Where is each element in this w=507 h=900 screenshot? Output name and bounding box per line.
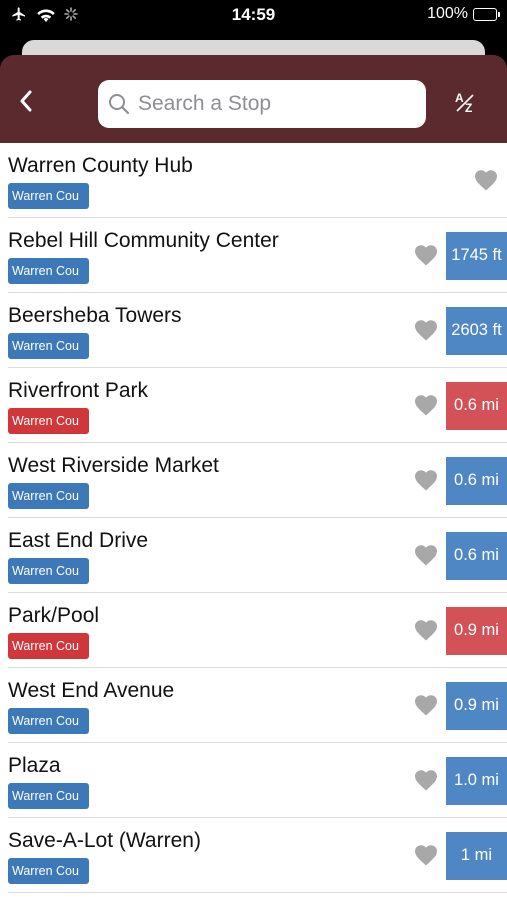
stop-row[interactable]: Save-A-Lot (Warren) Warren Cou 1 mi [0,818,507,893]
agency-badge: Warren Cou [8,408,89,434]
agency-badge: Warren Cou [8,858,89,884]
status-icons-right: 100% [427,5,500,23]
favorite-heart-icon[interactable] [414,619,438,641]
favorite-heart-icon[interactable] [414,694,438,716]
distance-badge: 1 mi [446,832,507,880]
search-icon [109,94,130,115]
distance-badge: 0.9 mi [446,682,507,730]
stop-row[interactable]: Beersheba Towers Warren Cou 2603 ft [0,293,507,368]
distance-badge: 1745 ft [446,232,507,280]
battery-percent: 100% [427,5,468,22]
agency-badge: Warren Cou [8,183,89,209]
distance-badge: 0.9 mi [446,607,507,655]
stop-row[interactable]: West End Avenue Warren Cou 0.9 mi [0,668,507,743]
distance-badge: 0.6 mi [446,532,507,580]
distance-badge: 0.6 mi [446,457,507,505]
stop-row[interactable]: Plaza Warren Cou 1.0 mi [0,743,507,818]
distance-badge: 2603 ft [446,307,507,355]
agency-badge: Warren Cou [8,708,89,734]
stop-name: East End Drive [8,529,149,552]
stop-name: Rebel Hill Community Center [8,229,279,252]
battery-icon [473,7,500,21]
stop-list: Warren County Hub Warren Cou Rebel Hill Co… [0,143,507,900]
favorite-heart-icon[interactable] [414,469,438,491]
stop-row[interactable]: Park/Pool Warren Cou 0.9 mi [0,593,507,668]
stop-name: Warren County Hub [8,154,193,177]
agency-badge: Warren Cou [8,258,89,284]
favorite-heart-icon[interactable] [414,394,438,416]
sort-alphabetical-button[interactable]: A Z [452,91,480,119]
agency-badge: Warren Cou [8,633,89,659]
agency-badge: Warren Cou [8,783,89,809]
stop-row[interactable]: Riverfront Park Warren Cou 0.6 mi [0,368,507,443]
svg-text:Z: Z [465,101,472,115]
search-field[interactable] [98,80,426,128]
distance-badge: 1.0 mi [446,757,507,805]
stop-row[interactable]: Rebel Hill Community Center Warren Cou 174… [0,218,507,293]
stop-name: Riverfront Park [8,379,149,402]
favorite-heart-icon[interactable] [414,544,438,566]
chevron-left-icon [20,90,32,112]
favorite-heart-icon[interactable] [414,319,438,341]
sort-az-icon: A Z [455,91,474,115]
agency-badge: Warren Cou [8,333,89,359]
back-button[interactable] [12,87,40,115]
status-bar: 14:59 100% [0,0,507,32]
stop-name: Plaza [8,754,61,777]
stop-row[interactable]: Warren County Hub Warren Cou [0,143,507,218]
stop-name: West End Avenue [8,679,175,702]
stop-name: Park/Pool [8,604,100,627]
stop-name: Beersheba Towers [8,304,182,327]
favorite-heart-icon[interactable] [474,169,498,191]
favorite-heart-icon[interactable] [414,244,438,266]
stop-row[interactable]: East End Drive Warren Cou 0.6 mi [0,518,507,593]
favorite-heart-icon[interactable] [414,844,438,866]
favorite-heart-icon[interactable] [414,769,438,791]
search-input[interactable] [138,92,418,116]
stop-name: Save-A-Lot (Warren) [8,829,201,852]
distance-badge: 0.6 mi [446,382,507,430]
svg-text:A: A [455,91,464,105]
agency-badge: Warren Cou [8,483,89,509]
agency-badge: Warren Cou [8,558,89,584]
stop-name: West Riverside Market [8,454,219,477]
stop-row[interactable]: West Riverside Market Warren Cou 0.6 mi [0,443,507,518]
nav-bar: A Z [0,55,507,143]
